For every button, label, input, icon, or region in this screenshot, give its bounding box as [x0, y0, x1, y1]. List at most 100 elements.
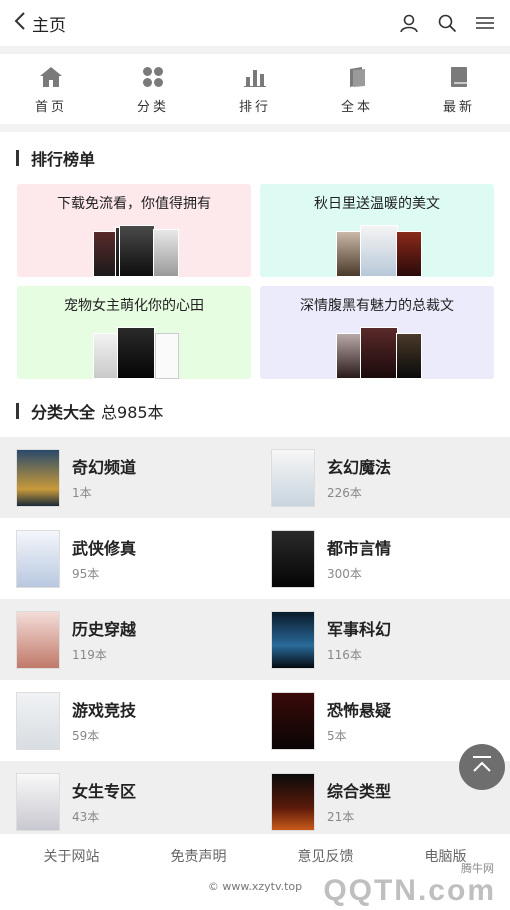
book-cover [360, 327, 398, 379]
book-cover [153, 229, 179, 277]
ranking-card-label: 秋日里送温暖的美文 [314, 196, 440, 212]
category-grid: 奇幻频道 1本 玄幻魔法 226本 武侠修真 95本 都市言情 300本 历史穿越 119… [0, 437, 510, 842]
book-cover [119, 225, 155, 277]
category-count: 21本 [327, 810, 355, 824]
home-icon [38, 64, 64, 90]
footer-link-about[interactable]: 关于网站 [44, 846, 100, 866]
category-item[interactable]: 玄幻魔法 226本 [255, 437, 510, 518]
book-stack-icon [344, 64, 370, 90]
footer-link-disclaimer[interactable]: 免责声明 [171, 846, 227, 866]
book-cover [396, 231, 422, 277]
category-count: 95本 [72, 567, 100, 581]
category-name: 历史穿越 [72, 620, 137, 639]
category-cover [16, 610, 60, 669]
nav-label: 首页 [34, 100, 67, 115]
category-name: 游戏竞技 [72, 701, 137, 720]
ranking-title: 排行榜单 [31, 150, 96, 169]
category-cover [16, 448, 60, 507]
category-cover [271, 691, 315, 750]
nav-label: 全本 [340, 100, 373, 115]
category-name: 玄幻魔法 [327, 458, 392, 477]
category-item[interactable]: 女生专区 43本 [0, 761, 255, 842]
category-item[interactable]: 武侠修真 95本 [0, 518, 255, 599]
ranking-section-header: 排行榜单 [0, 132, 510, 184]
category-count: 1本 [72, 486, 92, 500]
category-count: 116本 [327, 648, 362, 662]
ranking-card-label: 下载免流看，你值得拥有 [57, 196, 211, 212]
category-item[interactable]: 都市言情 300本 [255, 518, 510, 599]
category-name: 军事科幻 [327, 620, 392, 639]
ranking-card-label: 宠物女主萌化你的心田 [64, 298, 204, 314]
category-cover [16, 529, 60, 588]
section-bar [16, 403, 19, 419]
book-cover [155, 333, 179, 379]
category-count: 43本 [72, 810, 100, 824]
book-cover [336, 231, 362, 277]
category-item[interactable]: 军事科幻 116本 [255, 599, 510, 680]
page-title: 主页 [32, 15, 66, 36]
category-count: 5本 [327, 729, 347, 743]
ranking-grid: 下载免流看，你值得拥有 秋日里送温暖的美文 宠物女主萌化你的心田 深情腹黑有魅力… [0, 184, 510, 379]
nav-item-latest[interactable]: 最新 [408, 54, 510, 124]
ranking-card[interactable]: 秋日里送温暖的美文 [260, 184, 494, 277]
cover-stack [17, 221, 251, 277]
book-icon [446, 64, 472, 90]
category-name: 恐怖悬疑 [327, 701, 392, 720]
search-icon[interactable] [436, 12, 458, 34]
nav-item-category[interactable]: 分类 [102, 54, 204, 124]
category-cover [16, 772, 60, 831]
cover-stack [17, 323, 251, 379]
arrow-up-icon [471, 755, 493, 779]
category-count: 119本 [72, 648, 107, 662]
nav-label: 排行 [238, 100, 271, 115]
category-cover [16, 691, 60, 750]
category-icon [140, 64, 166, 90]
category-section-header: 分类大全 总985本 [0, 385, 510, 437]
category-count: 226本 [327, 486, 362, 500]
category-item[interactable]: 奇幻频道 1本 [0, 437, 255, 518]
cover-stack [260, 323, 494, 379]
ranking-card[interactable]: 下载免流看，你值得拥有 [17, 184, 251, 277]
book-cover [360, 225, 398, 277]
rank-icon [242, 64, 268, 90]
book-cover [93, 333, 119, 379]
menu-icon[interactable] [474, 12, 496, 34]
watermark-logo: QQTN.com [323, 874, 496, 907]
category-name: 武侠修真 [72, 539, 137, 558]
nav-item-rank[interactable]: 排行 [204, 54, 306, 124]
ranking-card-label: 深情腹黑有魅力的总裁文 [300, 298, 454, 314]
back-button[interactable]: 主页 [14, 0, 66, 46]
book-cover [117, 327, 155, 379]
main-nav: 首页 分类 排行 全本 最新 [0, 54, 510, 124]
nav-item-home[interactable]: 首页 [0, 54, 102, 124]
category-total: 总985本 [101, 403, 164, 422]
cover-stack [260, 221, 494, 277]
watermark: 腾牛网 QQTN.com [300, 850, 510, 910]
top-bar: 主页 [0, 0, 510, 46]
nav-item-complete[interactable]: 全本 [306, 54, 408, 124]
category-cover [271, 529, 315, 588]
category-cover [271, 448, 315, 507]
category-name: 综合类型 [327, 782, 392, 801]
ranking-card[interactable]: 宠物女主萌化你的心田 [17, 286, 251, 379]
chevron-left-icon [14, 11, 26, 35]
category-item[interactable]: 历史穿越 119本 [0, 599, 255, 680]
category-cover [271, 772, 315, 831]
category-title: 分类大全 [31, 403, 96, 422]
back-to-top-button[interactable] [459, 744, 505, 790]
main-content: 排行榜单 下载免流看，你值得拥有 秋日里送温暖的美文 宠物女主萌化你的心田 深情… [0, 132, 510, 842]
user-icon[interactable] [398, 12, 420, 34]
category-count: 300本 [327, 567, 362, 581]
nav-label: 分类 [136, 100, 169, 115]
category-item[interactable]: 游戏竞技 59本 [0, 680, 255, 761]
category-name: 都市言情 [327, 539, 392, 558]
category-name: 奇幻频道 [72, 458, 137, 477]
section-bar [16, 150, 19, 166]
category-name: 女生专区 [72, 782, 137, 801]
category-count: 59本 [72, 729, 100, 743]
nav-label: 最新 [442, 100, 475, 115]
book-cover [336, 333, 362, 379]
book-cover [396, 333, 422, 379]
ranking-card[interactable]: 深情腹黑有魅力的总裁文 [260, 286, 494, 379]
category-cover [271, 610, 315, 669]
